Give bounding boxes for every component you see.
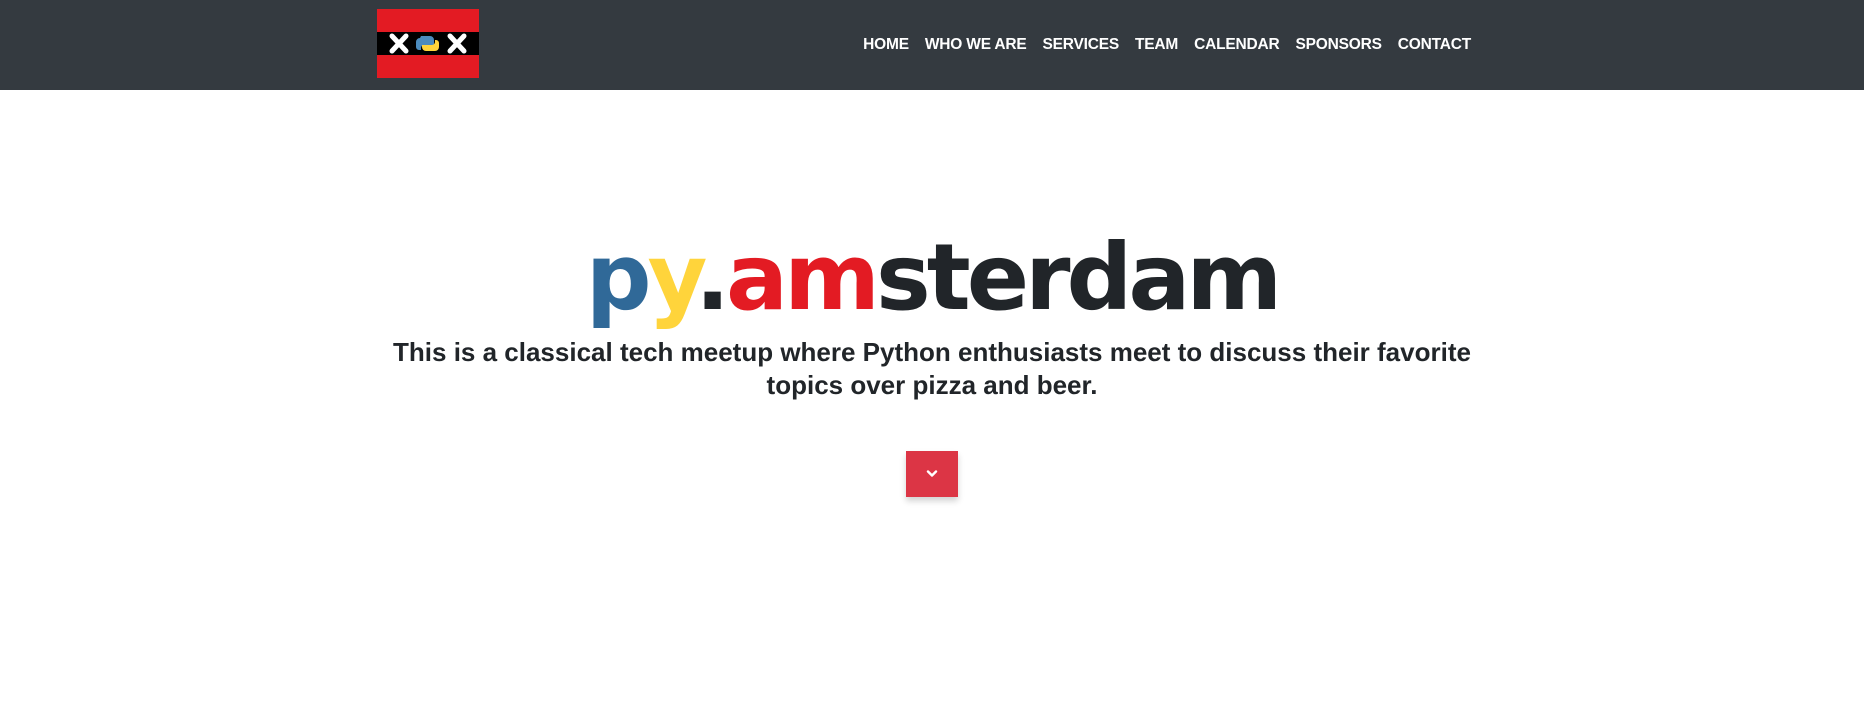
site-logo[interactable] xyxy=(377,9,479,78)
title-part-am: am xyxy=(726,224,880,331)
scroll-down-button[interactable] xyxy=(906,451,958,497)
title-part-y: y xyxy=(647,224,699,331)
nav-team[interactable]: TEAM xyxy=(1127,36,1186,54)
title-part-dot: . xyxy=(695,224,730,331)
amsterdam-python-flag-icon xyxy=(377,9,479,78)
nav-sponsors[interactable]: SPONSORS xyxy=(1288,36,1390,54)
title-part-sterdam: sterdam xyxy=(875,224,1282,331)
main-nav: HOME WHO WE ARE SERVICES TEAM CALENDAR S… xyxy=(855,0,1479,90)
nav-calendar[interactable]: CALENDAR xyxy=(1186,36,1287,54)
nav-contact[interactable]: CONTACT xyxy=(1390,36,1479,54)
title-part-p: p xyxy=(585,224,652,331)
nav-who-we-are[interactable]: WHO WE ARE xyxy=(917,36,1035,54)
nav-services[interactable]: SERVICES xyxy=(1035,36,1128,54)
hero-title: py.amsterdam xyxy=(0,228,1864,328)
nav-home[interactable]: HOME xyxy=(855,36,917,54)
navbar: HOME WHO WE ARE SERVICES TEAM CALENDAR S… xyxy=(0,0,1864,90)
hero-subtitle: This is a classical tech meetup where Py… xyxy=(393,337,1471,400)
chevron-down-icon xyxy=(926,470,938,477)
